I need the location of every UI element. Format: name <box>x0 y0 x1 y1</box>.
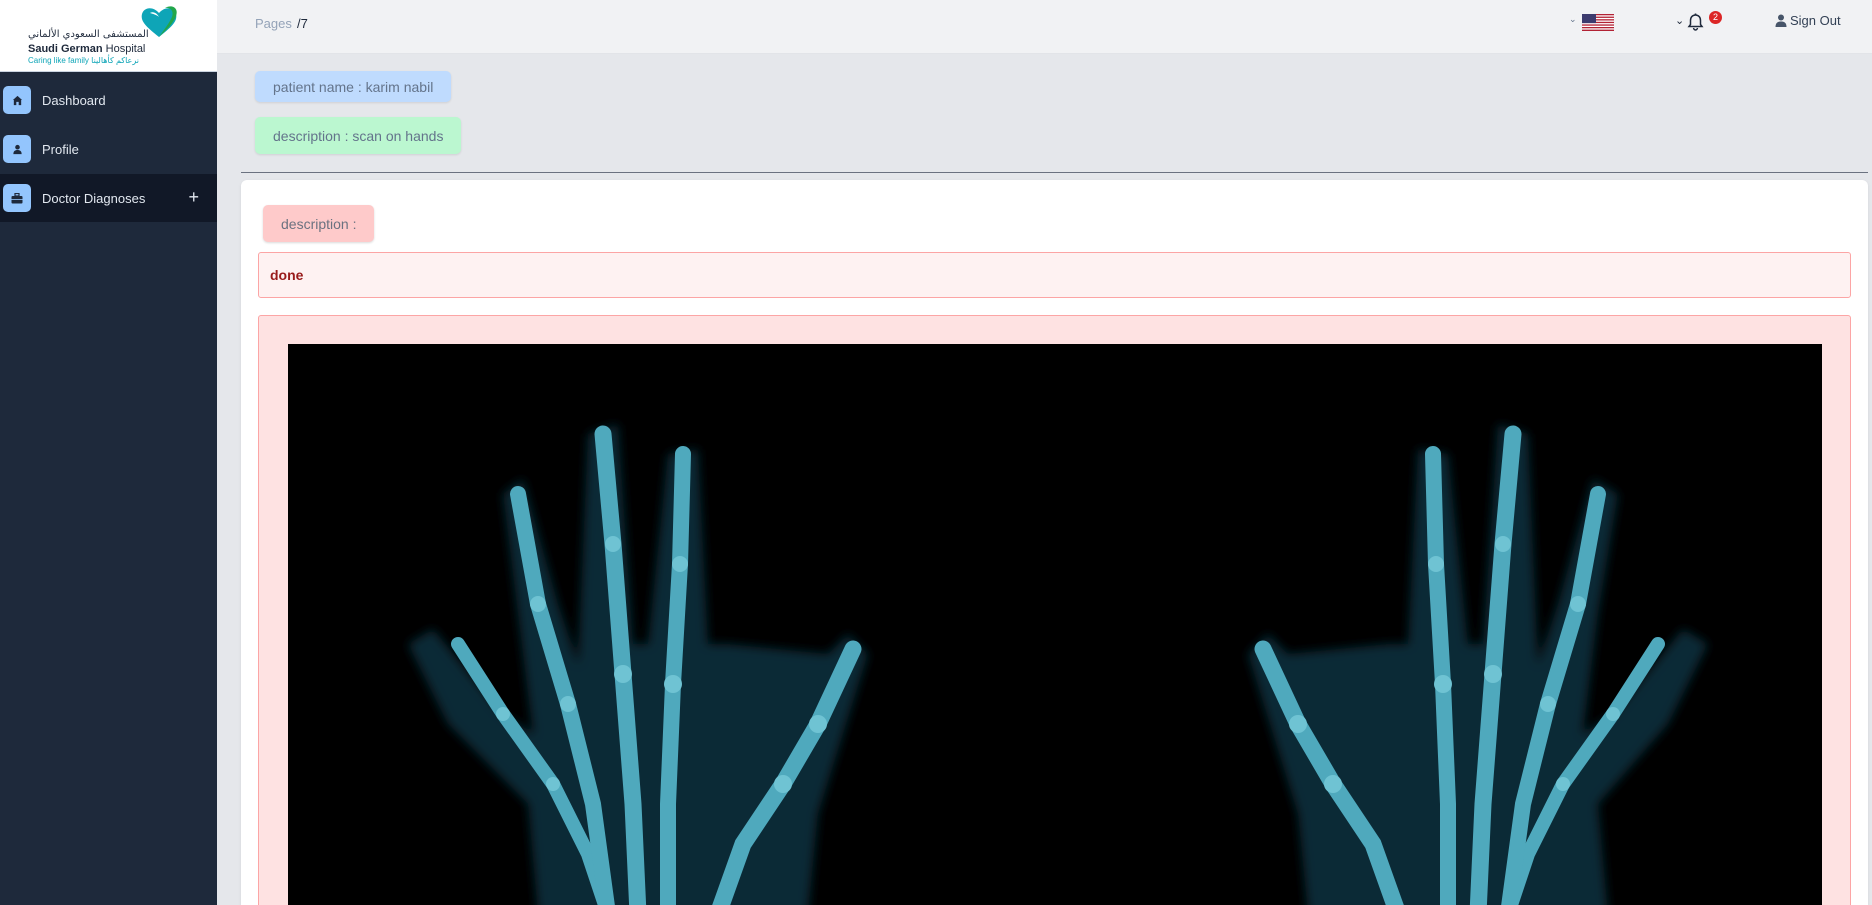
sign-out-label: Sign Out <box>1790 13 1841 28</box>
sign-out-button[interactable]: Sign Out <box>1775 13 1841 28</box>
logo-tagline: Caring like family نرعاكم كأهالينا <box>28 56 139 65</box>
hospital-logo[interactable]: المستشفى السعودي الألماني Saudi German H… <box>0 0 217 72</box>
breadcrumb-current: /7 <box>297 16 308 31</box>
sidebar-item-label: Dashboard <box>42 92 106 108</box>
logo-arabic-text: المستشفى السعودي الألماني <box>28 29 149 40</box>
notifications-caret-icon[interactable]: ⌄ <box>1675 14 1684 27</box>
breadcrumb-root[interactable]: Pages <box>255 16 292 31</box>
sidebar-item-label: Doctor Diagnoses <box>42 190 146 206</box>
home-icon <box>3 86 31 114</box>
xray-scan-image[interactable] <box>288 344 1822 905</box>
us-flag-icon[interactable] <box>1582 14 1614 31</box>
logo-name-rest: Hospital <box>102 43 146 55</box>
top-navbar: Pages /7 ⌄ ⌄ 2 Sign Out <box>217 0 1872 54</box>
logo-name-bold: Saudi German <box>28 43 103 55</box>
user-icon <box>3 135 31 163</box>
expand-plus-icon[interactable]: + <box>188 185 199 209</box>
sidebar-item-profile[interactable]: Profile <box>0 125 217 173</box>
user-icon <box>1775 14 1787 27</box>
briefcase-icon <box>3 184 31 212</box>
diagnosis-description-heading: description : <box>263 205 375 242</box>
patient-name-badge: patient name : karim nabil <box>255 71 452 102</box>
sidebar-item-doctor-diagnoses[interactable]: Doctor Diagnoses + <box>0 174 217 222</box>
sidebar-item-label: Profile <box>42 141 79 157</box>
language-caret-icon[interactable]: ⌄ <box>1569 14 1577 25</box>
diagnosis-card: description : done <box>241 180 1868 905</box>
hands-xray-illustration <box>288 344 1822 905</box>
notification-count-badge: 2 <box>1709 11 1722 24</box>
sidebar-item-dashboard[interactable]: Dashboard <box>0 76 217 124</box>
sidebar: المستشفى السعودي الألماني Saudi German H… <box>0 0 217 905</box>
logo-english-text: Saudi German Hospital <box>28 43 145 55</box>
scan-image-container <box>258 315 1851 905</box>
diagnosis-status-box: done <box>258 252 1851 298</box>
section-divider <box>241 172 1868 173</box>
bell-icon[interactable] <box>1687 13 1704 31</box>
diagnosis-status-text: done <box>270 267 304 283</box>
description-badge: description : scan on hands <box>255 117 462 154</box>
